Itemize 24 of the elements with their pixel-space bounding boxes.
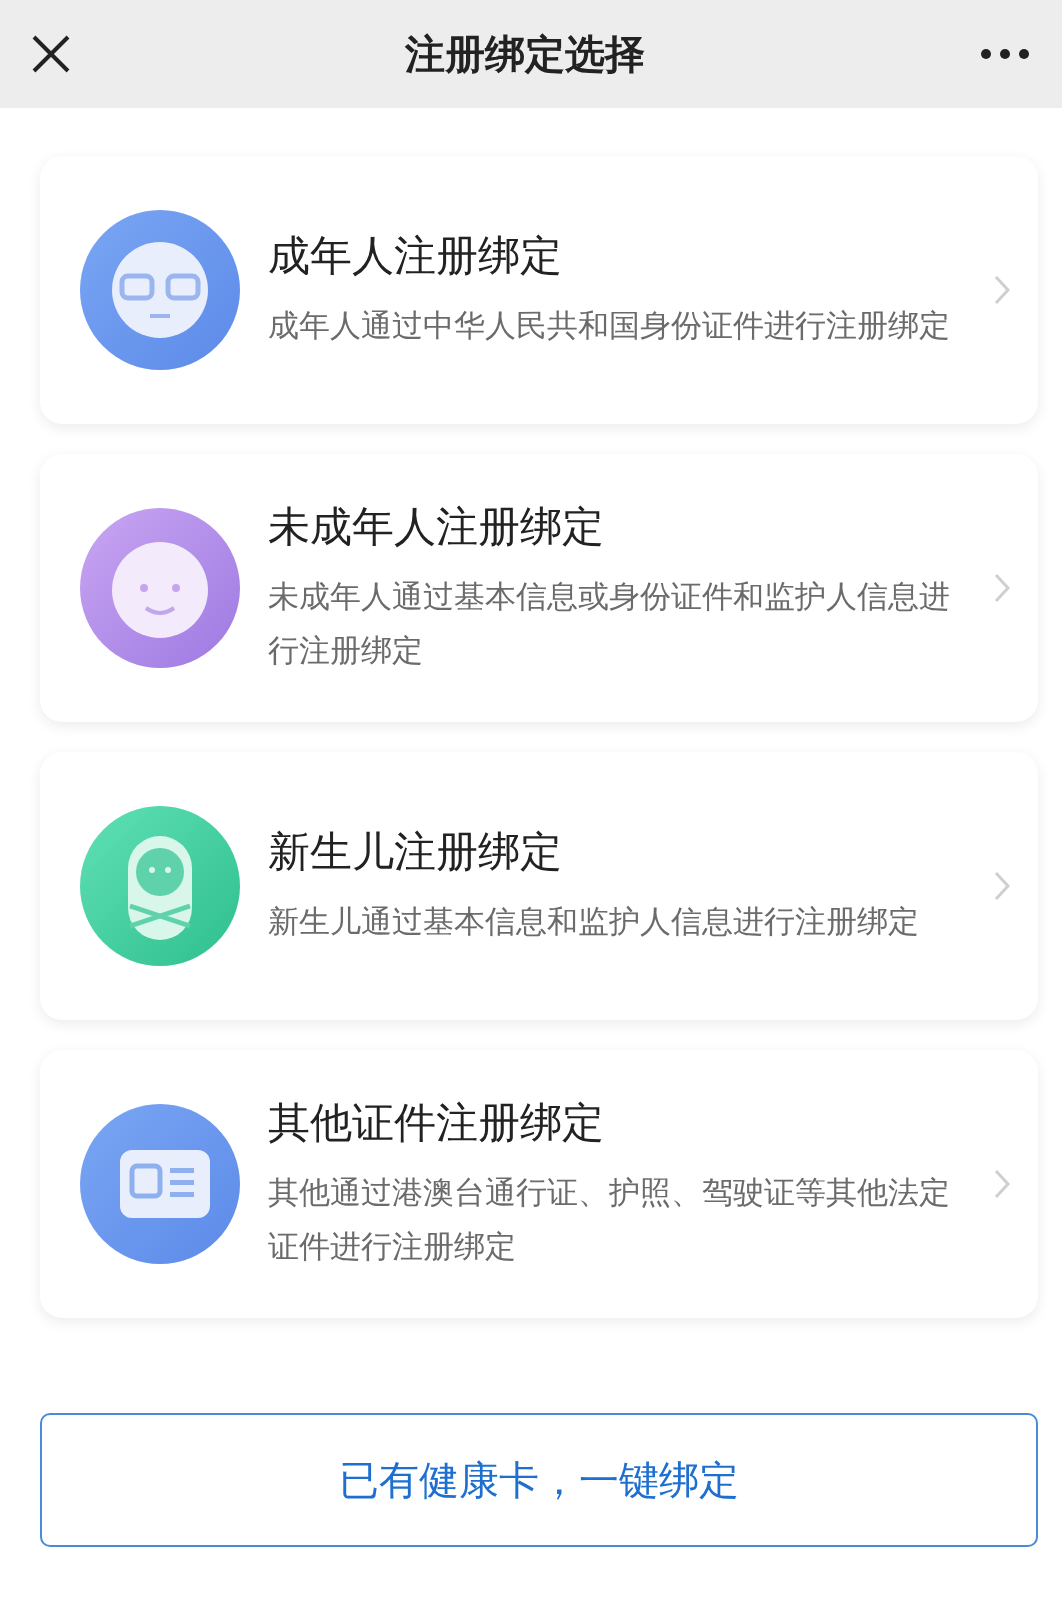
chevron-right-icon bbox=[994, 1169, 1010, 1199]
option-description: 成年人通过中华人民共和国身份证件进行注册绑定 bbox=[268, 306, 951, 345]
id-card-icon bbox=[80, 1104, 240, 1264]
option-card[interactable]: 其他证件注册绑定 其他通过港澳台通行证、护照、驾驶证等其他法定证件进行注册绑定 bbox=[40, 1050, 1038, 1318]
option-description: 其他通过港澳台通行证、护照、驾驶证等其他法定证件进行注册绑定 bbox=[268, 1173, 951, 1266]
more-icon[interactable] bbox=[980, 48, 1030, 60]
option-description: 未成年人通过基本信息或身份证件和监护人信息进行注册绑定 bbox=[268, 577, 951, 670]
chevron-right-icon bbox=[994, 573, 1010, 603]
swaddled-baby-icon bbox=[80, 806, 240, 966]
page-title: 注册绑定选择 bbox=[405, 29, 645, 79]
option-description: 新生儿通过基本信息和监护人信息进行注册绑定 bbox=[268, 902, 920, 941]
option-card[interactable]: 新生儿注册绑定 新生儿通过基本信息和监护人信息进行注册绑定 bbox=[40, 752, 1038, 1020]
option-title: 其他证件注册绑定 bbox=[268, 1097, 605, 1149]
chevron-right-icon bbox=[994, 871, 1010, 901]
option-card[interactable]: 未成年人注册绑定 未成年人通过基本信息或身份证件和监护人信息进行注册绑定 bbox=[40, 454, 1038, 722]
chevron-right-icon bbox=[994, 275, 1010, 305]
bind-card-button[interactable]: 已有健康卡，一键绑定 bbox=[40, 1413, 1038, 1547]
close-icon[interactable] bbox=[32, 35, 70, 73]
glasses-face-icon bbox=[80, 210, 240, 370]
option-title: 未成年人注册绑定 bbox=[268, 501, 605, 553]
option-title: 新生儿注册绑定 bbox=[268, 826, 563, 878]
option-title: 成年人注册绑定 bbox=[268, 230, 563, 282]
option-card[interactable]: 成年人注册绑定 成年人通过中华人民共和国身份证件进行注册绑定 bbox=[40, 156, 1038, 424]
child-face-icon bbox=[80, 508, 240, 668]
